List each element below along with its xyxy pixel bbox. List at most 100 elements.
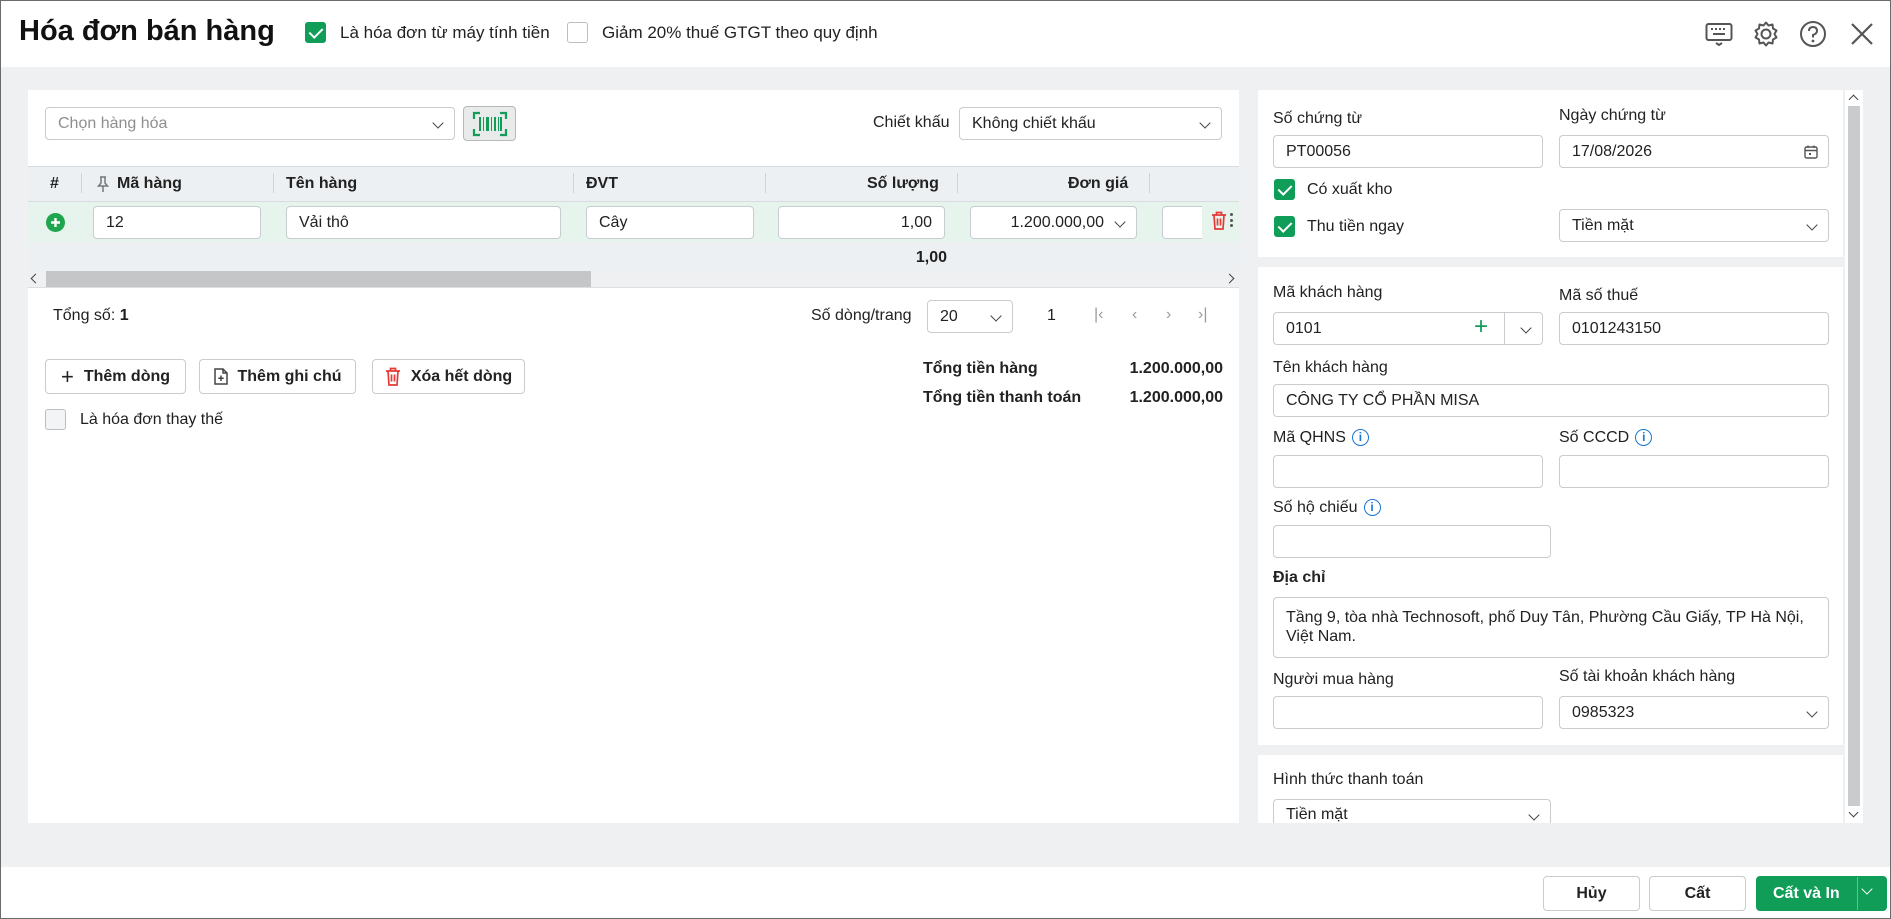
customer-code-value: 0101	[1286, 319, 1322, 337]
tax-code-label: Mã số thuế	[1559, 287, 1639, 304]
add-row-button[interactable]: + Thêm dòng	[45, 359, 186, 394]
delete-all-rows-button[interactable]: Xóa hết dòng	[372, 359, 525, 394]
info-icon[interactable]: i	[1363, 499, 1381, 516]
col-unit[interactable]: ĐVT	[586, 175, 618, 193]
chevron-down-icon	[1114, 216, 1126, 228]
plus-icon: +	[60, 363, 74, 389]
row-price-value: 1.200.000,00	[1010, 213, 1104, 231]
column-separator	[81, 173, 82, 193]
scrollbar-thumb[interactable]	[46, 271, 591, 287]
account-select[interactable]: 0985323	[1559, 696, 1829, 729]
divider	[1504, 313, 1505, 344]
prev-page-icon[interactable]: ‹	[1132, 306, 1137, 324]
trash-icon[interactable]	[1211, 211, 1227, 230]
vat-reduction-checkbox[interactable]: Giảm 20% thuế GTGT theo quy định	[567, 22, 878, 43]
row-qty-value: 1,00	[900, 213, 932, 231]
close-icon[interactable]	[1847, 19, 1877, 49]
barcode-scan-button[interactable]	[463, 106, 516, 141]
keyboard-icon[interactable]	[1704, 19, 1734, 49]
more-vertical-icon[interactable]	[1230, 213, 1233, 227]
add-row-label: Thêm dòng	[83, 367, 171, 385]
payment-method-select[interactable]: Tiền mặt	[1273, 799, 1551, 823]
chevron-down-icon	[990, 310, 1002, 322]
row-unit-value: Cây	[599, 213, 628, 231]
trash-icon	[385, 367, 400, 386]
voucher-date-input[interactable]: 17/08/2026	[1559, 135, 1829, 168]
scrollbar-thumb[interactable]	[1848, 106, 1860, 806]
replacement-invoice-checkbox[interactable]: Là hóa đơn thay thế	[45, 409, 223, 430]
col-qty[interactable]: Số lượng	[867, 175, 939, 193]
first-page-icon[interactable]: |‹	[1094, 306, 1103, 324]
note-add-icon	[213, 368, 228, 385]
col-name[interactable]: Tên hàng	[286, 175, 357, 193]
discount-label: Chiết khấu	[873, 114, 950, 131]
cccd-input[interactable]	[1559, 455, 1829, 488]
item-picker-select[interactable]: Chọn hàng hóa	[45, 107, 455, 140]
scroll-up-icon[interactable]	[1848, 94, 1859, 105]
qhns-input[interactable]	[1273, 455, 1543, 488]
passport-input[interactable]	[1273, 525, 1551, 558]
grid-header	[28, 166, 1239, 202]
chevron-down-icon	[1806, 219, 1818, 231]
row-name-value: Vải thô	[299, 213, 349, 231]
buyer-input[interactable]	[1273, 696, 1543, 729]
voucher-no-input[interactable]: PT00056	[1273, 135, 1543, 168]
add-customer-icon[interactable]: +	[1474, 315, 1488, 339]
discount-select[interactable]: Không chiết khấu	[959, 107, 1222, 140]
row-qty-input[interactable]: 1,00	[778, 206, 945, 239]
last-page-icon[interactable]: ›|	[1198, 306, 1207, 324]
row-code-input[interactable]: 12	[93, 206, 261, 239]
cancel-button[interactable]: Hủy	[1543, 876, 1640, 911]
chevron-down-icon	[432, 117, 444, 129]
vertical-scrollbar[interactable]	[1845, 90, 1863, 823]
total-qty: 1,00	[915, 249, 947, 266]
divider	[28, 287, 1239, 288]
customer-code-input[interactable]: 0101 +	[1273, 312, 1543, 345]
horizontal-scrollbar[interactable]	[28, 271, 1239, 287]
per-page-label: Số dòng/trang	[811, 307, 912, 324]
save-button[interactable]: Cất	[1649, 876, 1746, 911]
voucher-no-value: PT00056	[1286, 142, 1351, 160]
collect-method-select[interactable]: Tiền mặt	[1559, 209, 1829, 242]
row-extra-input[interactable]	[1162, 206, 1202, 239]
account-label: Số tài khoản khách hàng	[1559, 668, 1736, 685]
info-icon[interactable]: i	[1635, 429, 1653, 446]
per-page-select[interactable]: 20	[927, 300, 1013, 333]
help-icon[interactable]	[1798, 19, 1828, 49]
col-code[interactable]: Mã hàng	[117, 175, 182, 193]
gear-icon[interactable]	[1751, 19, 1781, 49]
dialog-header: Hóa đơn bán hàng Là hóa đơn từ máy tính …	[1, 1, 1890, 67]
payment-method-value: Tiền mặt	[1286, 806, 1348, 823]
tax-code-value: 0101243150	[1572, 319, 1661, 337]
cash-register-label: Là hóa đơn từ máy tính tiền	[340, 22, 550, 42]
pin-icon[interactable]	[97, 176, 109, 193]
calendar-icon[interactable]	[1804, 145, 1818, 159]
scroll-down-icon[interactable]	[1848, 807, 1859, 818]
add-row-plus-icon[interactable]	[46, 213, 65, 232]
info-icon[interactable]: i	[1351, 429, 1369, 446]
row-price-select[interactable]: 1.200.000,00	[970, 206, 1137, 239]
customer-name-label: Tên khách hàng	[1273, 359, 1388, 376]
chevron-down-icon[interactable]	[1520, 322, 1532, 334]
barcode-icon	[472, 111, 507, 136]
address-input[interactable]: Tầng 9, tòa nhà Technosoft, phố Duy Tân,…	[1273, 597, 1829, 658]
add-note-button[interactable]: Thêm ghi chú	[199, 359, 356, 394]
customer-name-input[interactable]: CÔNG TY CỔ PHẦN MISA	[1273, 384, 1829, 417]
passport-label: Số hộ chiếu i	[1273, 499, 1381, 517]
chevron-down-icon	[1199, 117, 1211, 129]
stock-out-checkbox[interactable]: Có xuất kho	[1274, 179, 1392, 200]
row-unit-input[interactable]: Cây	[586, 206, 754, 239]
chevron-down-icon	[1528, 809, 1540, 821]
row-name-input[interactable]: Vải thô	[286, 206, 561, 239]
collect-now-label: Thu tiền ngay	[1307, 217, 1404, 235]
collect-now-checkbox[interactable]: Thu tiền ngay	[1274, 216, 1404, 237]
scroll-right-icon[interactable]	[1224, 273, 1235, 284]
cash-register-checkbox[interactable]: Là hóa đơn từ máy tính tiền	[305, 22, 550, 43]
col-price[interactable]: Đơn giá	[1068, 175, 1128, 193]
add-note-label: Thêm ghi chú	[237, 367, 342, 385]
tax-code-input[interactable]: 0101243150	[1559, 312, 1829, 345]
scroll-left-icon[interactable]	[30, 273, 41, 284]
checkbox-unchecked-icon	[45, 409, 66, 430]
voucher-date-value: 17/08/2026	[1572, 142, 1653, 160]
next-page-icon[interactable]: ›	[1166, 306, 1171, 324]
